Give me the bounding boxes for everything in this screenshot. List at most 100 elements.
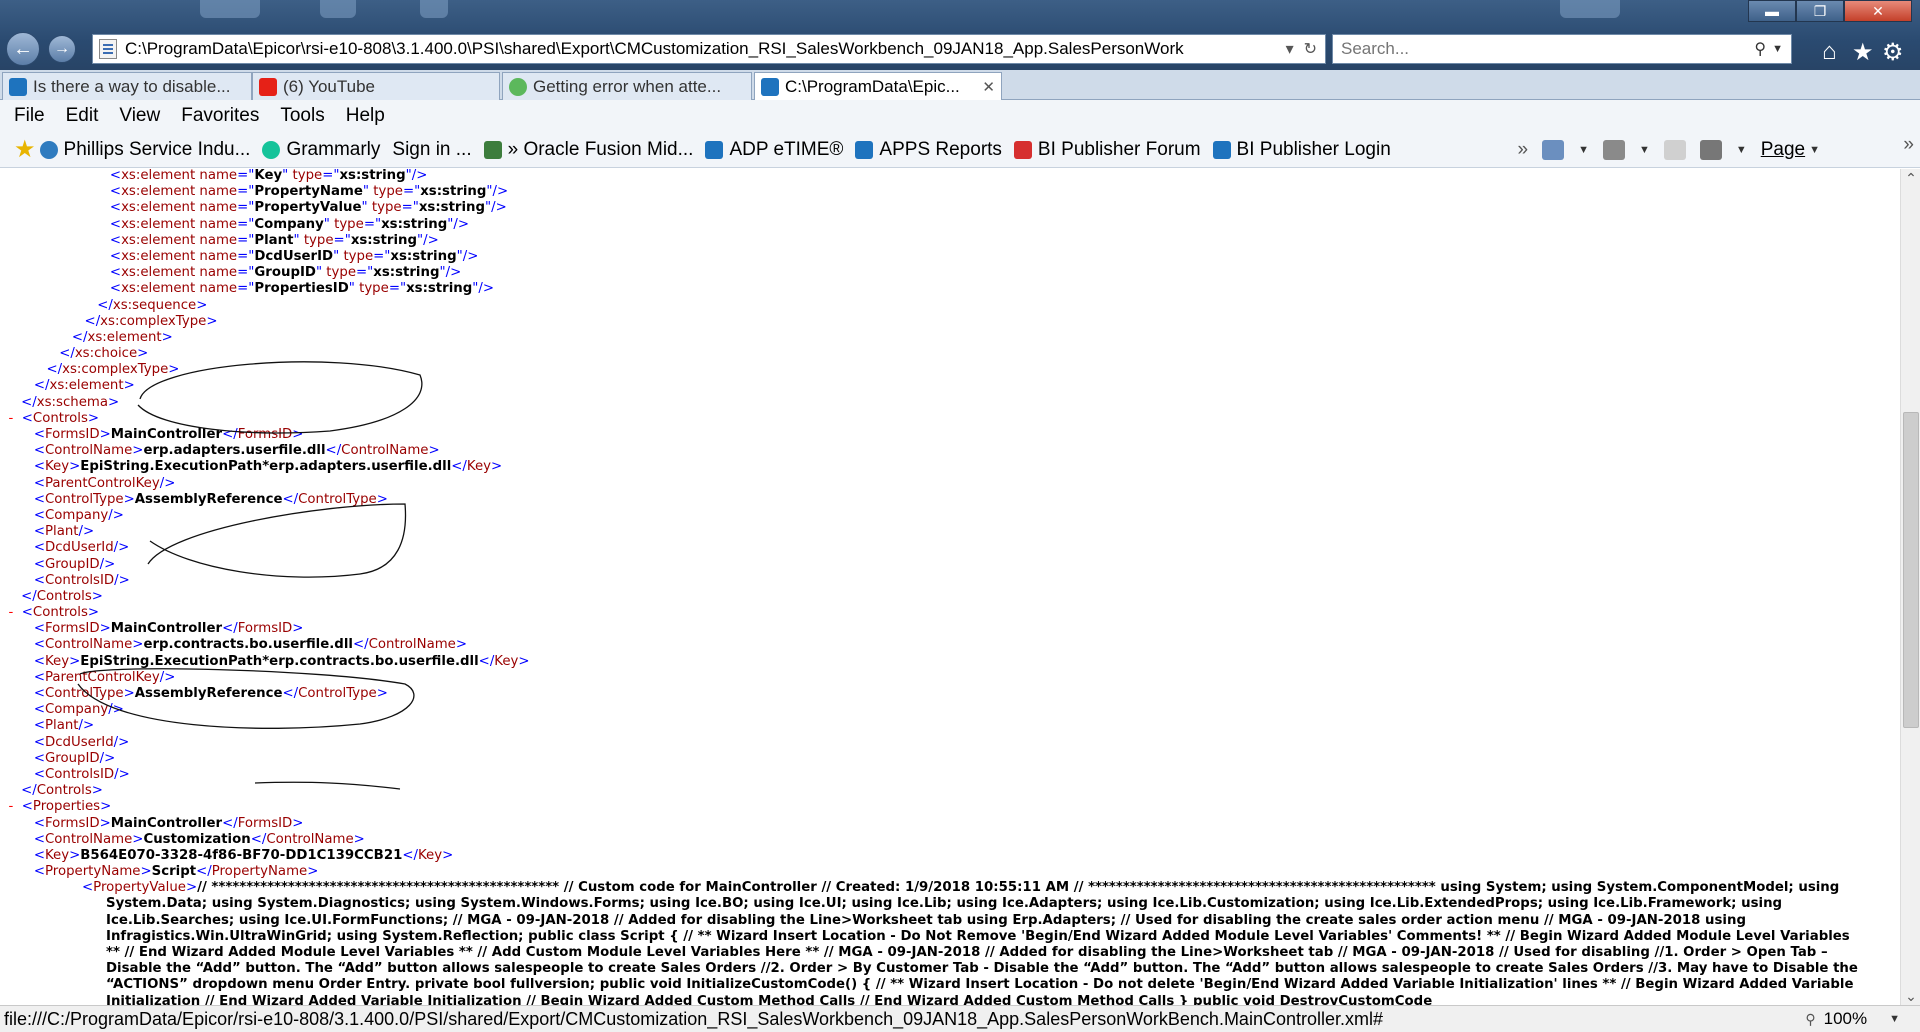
address-dropdown-icon[interactable]: ▾ — [1286, 39, 1294, 59]
tab-is-there-a-way[interactable]: Is there a way to disable... — [2, 72, 252, 100]
collapse-toggle-icon[interactable]: - — [8, 605, 13, 620]
xml-bracket: > — [99, 621, 111, 637]
home-icon[interactable] — [1542, 140, 1565, 160]
command-overflow-chevron-icon[interactable]: » — [1903, 134, 1914, 156]
page-menu-button[interactable]: Page — [1761, 139, 1805, 161]
xml-bracket: > — [307, 864, 319, 880]
xml-bracket: < — [109, 200, 122, 216]
xml-bracket: > — [428, 443, 440, 459]
xml-bracket: /> — [114, 766, 130, 782]
tab-programdata-active[interactable]: C:\ProgramData\Epic... ✕ — [754, 72, 1002, 100]
xml-text-value: B564E070-3328-4f86-BF70-DD1C139CCB21 — [80, 847, 403, 863]
maximize-button[interactable]: ❐ — [1796, 0, 1844, 22]
forward-arrow-icon[interactable]: → — [48, 35, 76, 63]
favorite-adp-etime[interactable]: ADP eTIME® — [705, 139, 843, 161]
xml-bracket: </ — [71, 329, 88, 345]
feeds-icon[interactable] — [1602, 140, 1625, 160]
search-box[interactable]: ⚲ ▼ — [1332, 34, 1792, 64]
xml-line: <ControlsID/> — [0, 767, 1880, 783]
favorite-sign-in[interactable]: Sign in ... — [392, 139, 471, 161]
search-dropdown-icon[interactable]: ▼ — [1772, 43, 1783, 55]
search-icon[interactable]: ⚲ — [1754, 39, 1766, 59]
minimize-button[interactable]: ▬ — [1748, 0, 1796, 22]
tab-youtube[interactable]: (6) YouTube — [252, 72, 500, 100]
xml-tag-name: ControlType — [44, 491, 124, 507]
favorite-apps-reports[interactable]: APPS Reports — [855, 139, 1002, 161]
xml-tag-name: Company — [44, 507, 109, 523]
favorite-bi-publisher-forum[interactable]: BI Publisher Forum — [1013, 139, 1201, 161]
xml-tag-name: ControlName — [266, 831, 354, 847]
scroll-down-arrow-icon[interactable]: ⌄ — [1904, 989, 1918, 1003]
zoom-control[interactable]: ⚲ 100% ▼ — [1805, 1009, 1900, 1029]
menu-edit[interactable]: Edit — [66, 105, 99, 127]
menu-help[interactable]: Help — [346, 105, 385, 127]
menu-favorites[interactable]: Favorites — [181, 105, 259, 127]
title-bar-decoration — [420, 0, 448, 18]
zoom-dropdown-icon[interactable]: ▼ — [1889, 1013, 1900, 1025]
back-arrow-icon[interactable]: ← — [6, 32, 40, 66]
favorite-oracle-fusion[interactable]: » Oracle Fusion Mid... — [483, 139, 693, 161]
tab-label: C:\ProgramData\Epic... — [785, 76, 960, 96]
navigation-row: ← → C:\ProgramData\Epicor\rsi-e10-808\3.… — [0, 28, 1920, 70]
xml-bracket: > — [185, 880, 198, 896]
xml-bracket: > — [455, 637, 468, 653]
xml-tag-name: xs:complexType — [62, 362, 169, 378]
search-input[interactable] — [1341, 39, 1755, 59]
xml-attr-value: xs:string — [418, 200, 486, 216]
settings-gear-icon[interactable]: ⚙ — [1882, 38, 1904, 67]
collapse-toggle-icon[interactable]: - — [8, 799, 13, 814]
xml-bracket: /> — [453, 216, 470, 232]
favorite-bi-publisher-login[interactable]: BI Publisher Login — [1212, 139, 1391, 161]
collapse-toggle-icon[interactable]: - — [8, 411, 13, 426]
xml-line: </xs:complexType> — [0, 362, 1880, 378]
menu-tools[interactable]: Tools — [280, 105, 324, 127]
xml-bracket: > — [491, 459, 503, 475]
home-dropdown-icon[interactable]: ▼ — [1578, 144, 1589, 156]
favorites-star-icon[interactable]: ★ — [1852, 38, 1874, 67]
favorites-overflow-chevron-icon[interactable]: » — [1517, 139, 1528, 161]
favorite-phillips[interactable]: Phillips Service Indu... — [39, 139, 250, 161]
address-bar[interactable]: C:\ProgramData\Epicor\rsi-e10-808\3.1.40… — [92, 34, 1326, 64]
xml-bracket: > — [292, 815, 304, 831]
xml-bracket: /> — [462, 248, 479, 264]
xml-attr-name: name — [195, 169, 238, 183]
xml-line: <ParentControlKey/> — [0, 670, 1880, 686]
address-text[interactable]: C:\ProgramData\Epicor\rsi-e10-808\3.1.40… — [125, 39, 1278, 59]
add-favorite-star-icon[interactable]: ★ — [14, 135, 36, 164]
xml-bracket: </ — [33, 378, 50, 394]
page-dropdown-icon[interactable]: ▼ — [1809, 144, 1820, 156]
scroll-thumb[interactable] — [1903, 412, 1919, 728]
oracle-icon — [1013, 140, 1032, 159]
tab-label: (6) YouTube — [283, 76, 375, 96]
zoom-icon: ⚲ — [1805, 1010, 1816, 1027]
print-dropdown-icon[interactable]: ▼ — [1736, 144, 1747, 156]
xml-bracket: =" — [401, 200, 419, 216]
menu-view[interactable]: View — [119, 105, 160, 127]
xml-bracket: > — [132, 831, 144, 847]
xml-attr-value: Plant — [254, 232, 294, 248]
ie-icon — [9, 77, 27, 96]
home-icon[interactable]: ⌂ — [1822, 38, 1837, 66]
scroll-up-arrow-icon[interactable]: ⌃ — [1904, 171, 1918, 185]
xml-tag-name: FormsID — [237, 621, 293, 637]
refresh-icon[interactable]: ↻ — [1304, 39, 1317, 59]
xml-bracket: < — [33, 556, 45, 572]
xml-line: - <Properties> — [0, 799, 1880, 815]
print-icon[interactable] — [1699, 140, 1722, 160]
xml-bracket: > — [87, 410, 100, 426]
xml-text-value: // *************************************… — [106, 880, 1858, 1005]
xml-line: <xs:element name="PropertyValue" type="x… — [0, 200, 1880, 216]
xml-attr-name: type — [299, 232, 334, 248]
vertical-scrollbar[interactable]: ⌃ ⌄ — [1900, 169, 1920, 1005]
close-tab-icon[interactable]: ✕ — [974, 78, 995, 96]
close-window-button[interactable]: ✕ — [1844, 0, 1912, 22]
mail-icon[interactable] — [1663, 140, 1686, 160]
tab-getting-error[interactable]: Getting error when atte... — [502, 72, 752, 100]
xml-tag-name: Properties — [32, 799, 101, 815]
xml-bracket: /> — [478, 281, 495, 297]
favorite-grammarly[interactable]: Grammarly — [262, 139, 380, 161]
xml-bracket: =" — [237, 184, 255, 200]
feeds-dropdown-icon[interactable]: ▼ — [1639, 144, 1650, 156]
menu-file[interactable]: File — [14, 105, 45, 127]
xml-tag-name: Plant — [44, 524, 79, 540]
